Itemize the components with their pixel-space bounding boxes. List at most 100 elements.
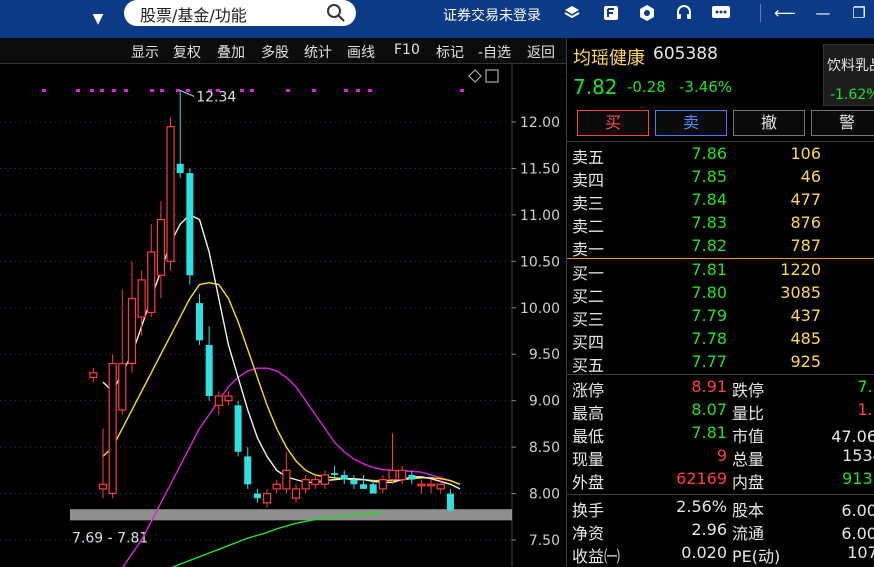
divider — [567, 374, 874, 375]
high-price-label: 12.34 — [196, 89, 236, 105]
diamond-icon[interactable] — [468, 69, 482, 83]
stat-value: 1.33 — [857, 400, 874, 419]
menu-dropdown-icon[interactable]: ▼ — [84, 8, 112, 30]
chart-toolbar: 显示 复权 叠加 多股 统计 画线 F10 标记 -自选 返回 — [0, 38, 566, 64]
search-input[interactable]: 股票/基金/功能 — [124, 0, 356, 26]
search-icon[interactable] — [326, 3, 346, 23]
event-dot-marker — [286, 89, 290, 92]
headset-icon[interactable] — [673, 3, 695, 23]
candle-body — [320, 474, 330, 485]
stat-value: 2.96 — [691, 520, 727, 539]
candle[interactable] — [446, 488, 454, 512]
bid-row[interactable]: 买二 7.80 3085 — [567, 283, 874, 306]
candle[interactable] — [118, 289, 127, 415]
alert-button[interactable]: 警 — [811, 110, 874, 136]
bid-row[interactable]: 买四 7.78 485 — [567, 329, 874, 352]
candle[interactable] — [320, 470, 330, 489]
candle[interactable] — [311, 474, 320, 489]
toolbar-stats-button[interactable]: 统计 — [304, 42, 332, 62]
toolbar-back-button[interactable]: 返回 — [527, 42, 555, 62]
f10-icon[interactable] — [600, 3, 622, 23]
cancel-order-button[interactable]: 撤 — [733, 110, 805, 136]
candle[interactable] — [340, 470, 348, 485]
candle[interactable] — [147, 224, 156, 318]
back-arrow-icon[interactable]: ⟵ — [773, 2, 797, 24]
buy-button[interactable]: 买 — [577, 110, 649, 136]
candle[interactable] — [282, 451, 291, 494]
hexagon-icon[interactable] — [636, 3, 658, 23]
candle[interactable] — [417, 479, 426, 494]
candle[interactable] — [234, 400, 242, 457]
candle[interactable] — [205, 326, 213, 401]
bid-row[interactable]: 买一 7.81 1220 — [567, 260, 874, 283]
stats-row: 净资 2.96 流通 6.00亿 — [567, 520, 874, 544]
candle[interactable] — [360, 474, 368, 489]
toolbar-display-button[interactable]: 显示 — [131, 42, 159, 62]
login-status[interactable]: 证券交易未登录 — [443, 5, 541, 25]
kline-chart[interactable]: 7.69 - 7.81 12.00 11.50 11.00 10.50 10.00 9.5… — [0, 64, 566, 567]
minimize-button[interactable]: — — [811, 2, 835, 24]
candle[interactable] — [388, 433, 397, 485]
candle-body — [98, 483, 108, 490]
ask-row[interactable]: 卖五 7.86 106 — [567, 144, 874, 167]
restore-button[interactable]: ❐ — [847, 2, 871, 24]
candle[interactable] — [262, 488, 272, 508]
message-icon[interactable] — [710, 3, 732, 23]
sector-box[interactable]: 饮料乳品 -1.62% — [823, 44, 874, 106]
candle-body — [331, 473, 339, 475]
toolbar-draw-button[interactable]: 画线 — [347, 42, 375, 62]
candle[interactable] — [350, 474, 358, 489]
ask-row[interactable]: 卖一 7.82 787 — [567, 236, 874, 259]
ask-volume: 876 — [790, 213, 821, 232]
toolbar-overlay-button[interactable]: 叠加 — [217, 42, 245, 62]
candle[interactable] — [166, 117, 175, 271]
stock-name[interactable]: 均瑶健康 — [573, 44, 645, 70]
bid-row[interactable]: 买五 7.77 925 — [567, 352, 874, 375]
sector-name: 饮料乳品 — [827, 58, 874, 74]
candle[interactable] — [127, 261, 137, 373]
candle[interactable] — [89, 368, 98, 383]
bid-row[interactable]: 买三 7.79 437 — [567, 306, 874, 329]
candle[interactable] — [427, 479, 436, 494]
candle[interactable] — [398, 465, 407, 485]
stats-row: 涨停 8.91 跌停 7.29 — [567, 377, 874, 401]
stat-value: 0.020 — [681, 543, 727, 562]
toolbar-multistock-button[interactable]: 多股 — [261, 42, 289, 62]
ask-row[interactable]: 卖三 7.84 477 — [567, 190, 874, 213]
candle[interactable] — [156, 200, 165, 299]
bid-price: 7.80 — [691, 283, 727, 302]
event-dot-marker — [460, 89, 464, 92]
stats-row: 最高 8.07 量比 1.33 — [567, 400, 874, 424]
toolbar-watchlist-button[interactable]: -自选 — [478, 42, 511, 62]
candle[interactable] — [378, 474, 387, 494]
candle-body — [137, 279, 146, 318]
candle[interactable] — [291, 484, 301, 503]
ask-row[interactable]: 卖二 7.83 876 — [567, 213, 874, 236]
candle[interactable] — [196, 293, 203, 345]
toolbar-mark-button[interactable]: 标记 — [436, 42, 464, 62]
candle[interactable] — [108, 354, 117, 499]
candle[interactable] — [214, 391, 223, 415]
candle[interactable] — [244, 447, 252, 489]
candle[interactable] — [272, 479, 281, 494]
layers-icon[interactable] — [561, 3, 583, 23]
candle[interactable] — [176, 90, 184, 178]
candle[interactable] — [253, 488, 261, 503]
candle[interactable] — [137, 270, 146, 336]
candle-body — [398, 469, 407, 481]
candle[interactable] — [408, 470, 416, 485]
ask-row[interactable]: 卖四 7.85 46 — [567, 167, 874, 190]
candle[interactable] — [98, 428, 108, 499]
bid-volume: 3085 — [780, 283, 821, 302]
toolbar-adjust-button[interactable]: 复权 — [173, 42, 201, 62]
stats-row: 收益㈠ 0.020 PE(动) 107.4 — [567, 543, 874, 567]
sell-button[interactable]: 卖 — [655, 110, 727, 136]
candle[interactable] — [301, 474, 310, 494]
price-change: -0.28 — [627, 78, 666, 96]
candle[interactable] — [186, 168, 194, 285]
candle-body — [224, 395, 233, 402]
candle[interactable] — [224, 391, 233, 406]
stat-value: 8.91 — [691, 377, 727, 396]
toolbar-f10-button[interactable]: F10 — [394, 42, 420, 58]
panel-toggle-icon[interactable] — [485, 69, 499, 83]
